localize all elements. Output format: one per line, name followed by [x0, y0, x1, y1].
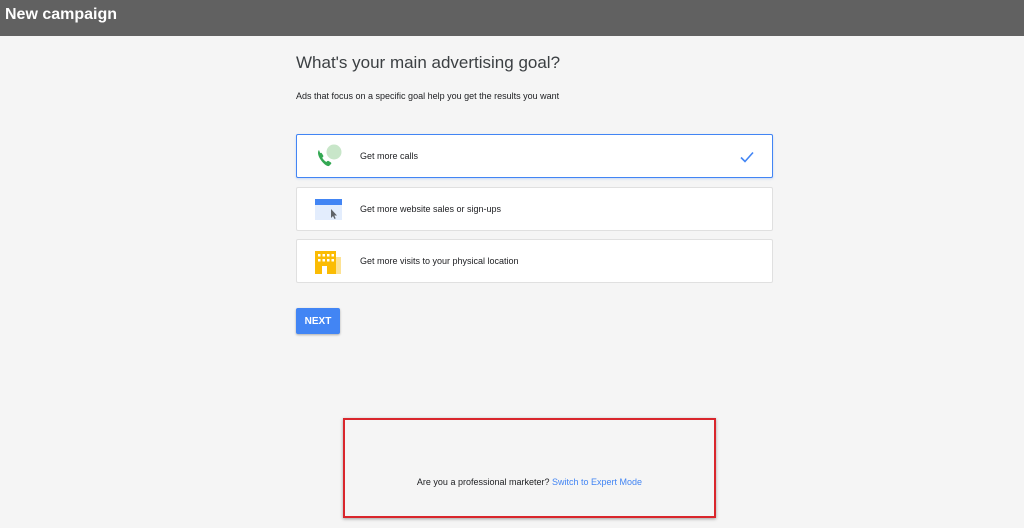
switch-to-expert-mode-link[interactable]: Switch to Expert Mode: [552, 477, 642, 487]
check-icon: [740, 150, 754, 163]
goal-option-website[interactable]: Get more website sales or sign-ups: [296, 187, 773, 231]
goal-heading: What's your main advertising goal?: [296, 53, 561, 72]
top-app-bar: New campaign: [0, 0, 1024, 36]
building-icon: [313, 248, 343, 276]
expert-mode-prompt: Are you a professional marketer? Switch …: [345, 477, 714, 487]
goal-option-label: Get more website sales or sign-ups: [360, 204, 502, 214]
goal-option-label: Get more visits to your physical locatio…: [360, 256, 519, 266]
goal-option-label: Get more calls: [360, 151, 419, 161]
next-button[interactable]: NEXT: [296, 308, 340, 334]
goal-option-location[interactable]: Get more visits to your physical locatio…: [296, 239, 773, 283]
expert-mode-highlight: Are you a professional marketer? Switch …: [343, 418, 716, 518]
phone-icon: [313, 143, 343, 171]
goal-subheading: Ads that focus on a specific goal help y…: [296, 91, 560, 101]
goal-option-calls[interactable]: Get more calls: [296, 134, 773, 178]
professional-marketer-question: Are you a professional marketer?: [416, 477, 550, 487]
website-icon: [313, 196, 343, 224]
page-title: New campaign: [5, 6, 118, 23]
